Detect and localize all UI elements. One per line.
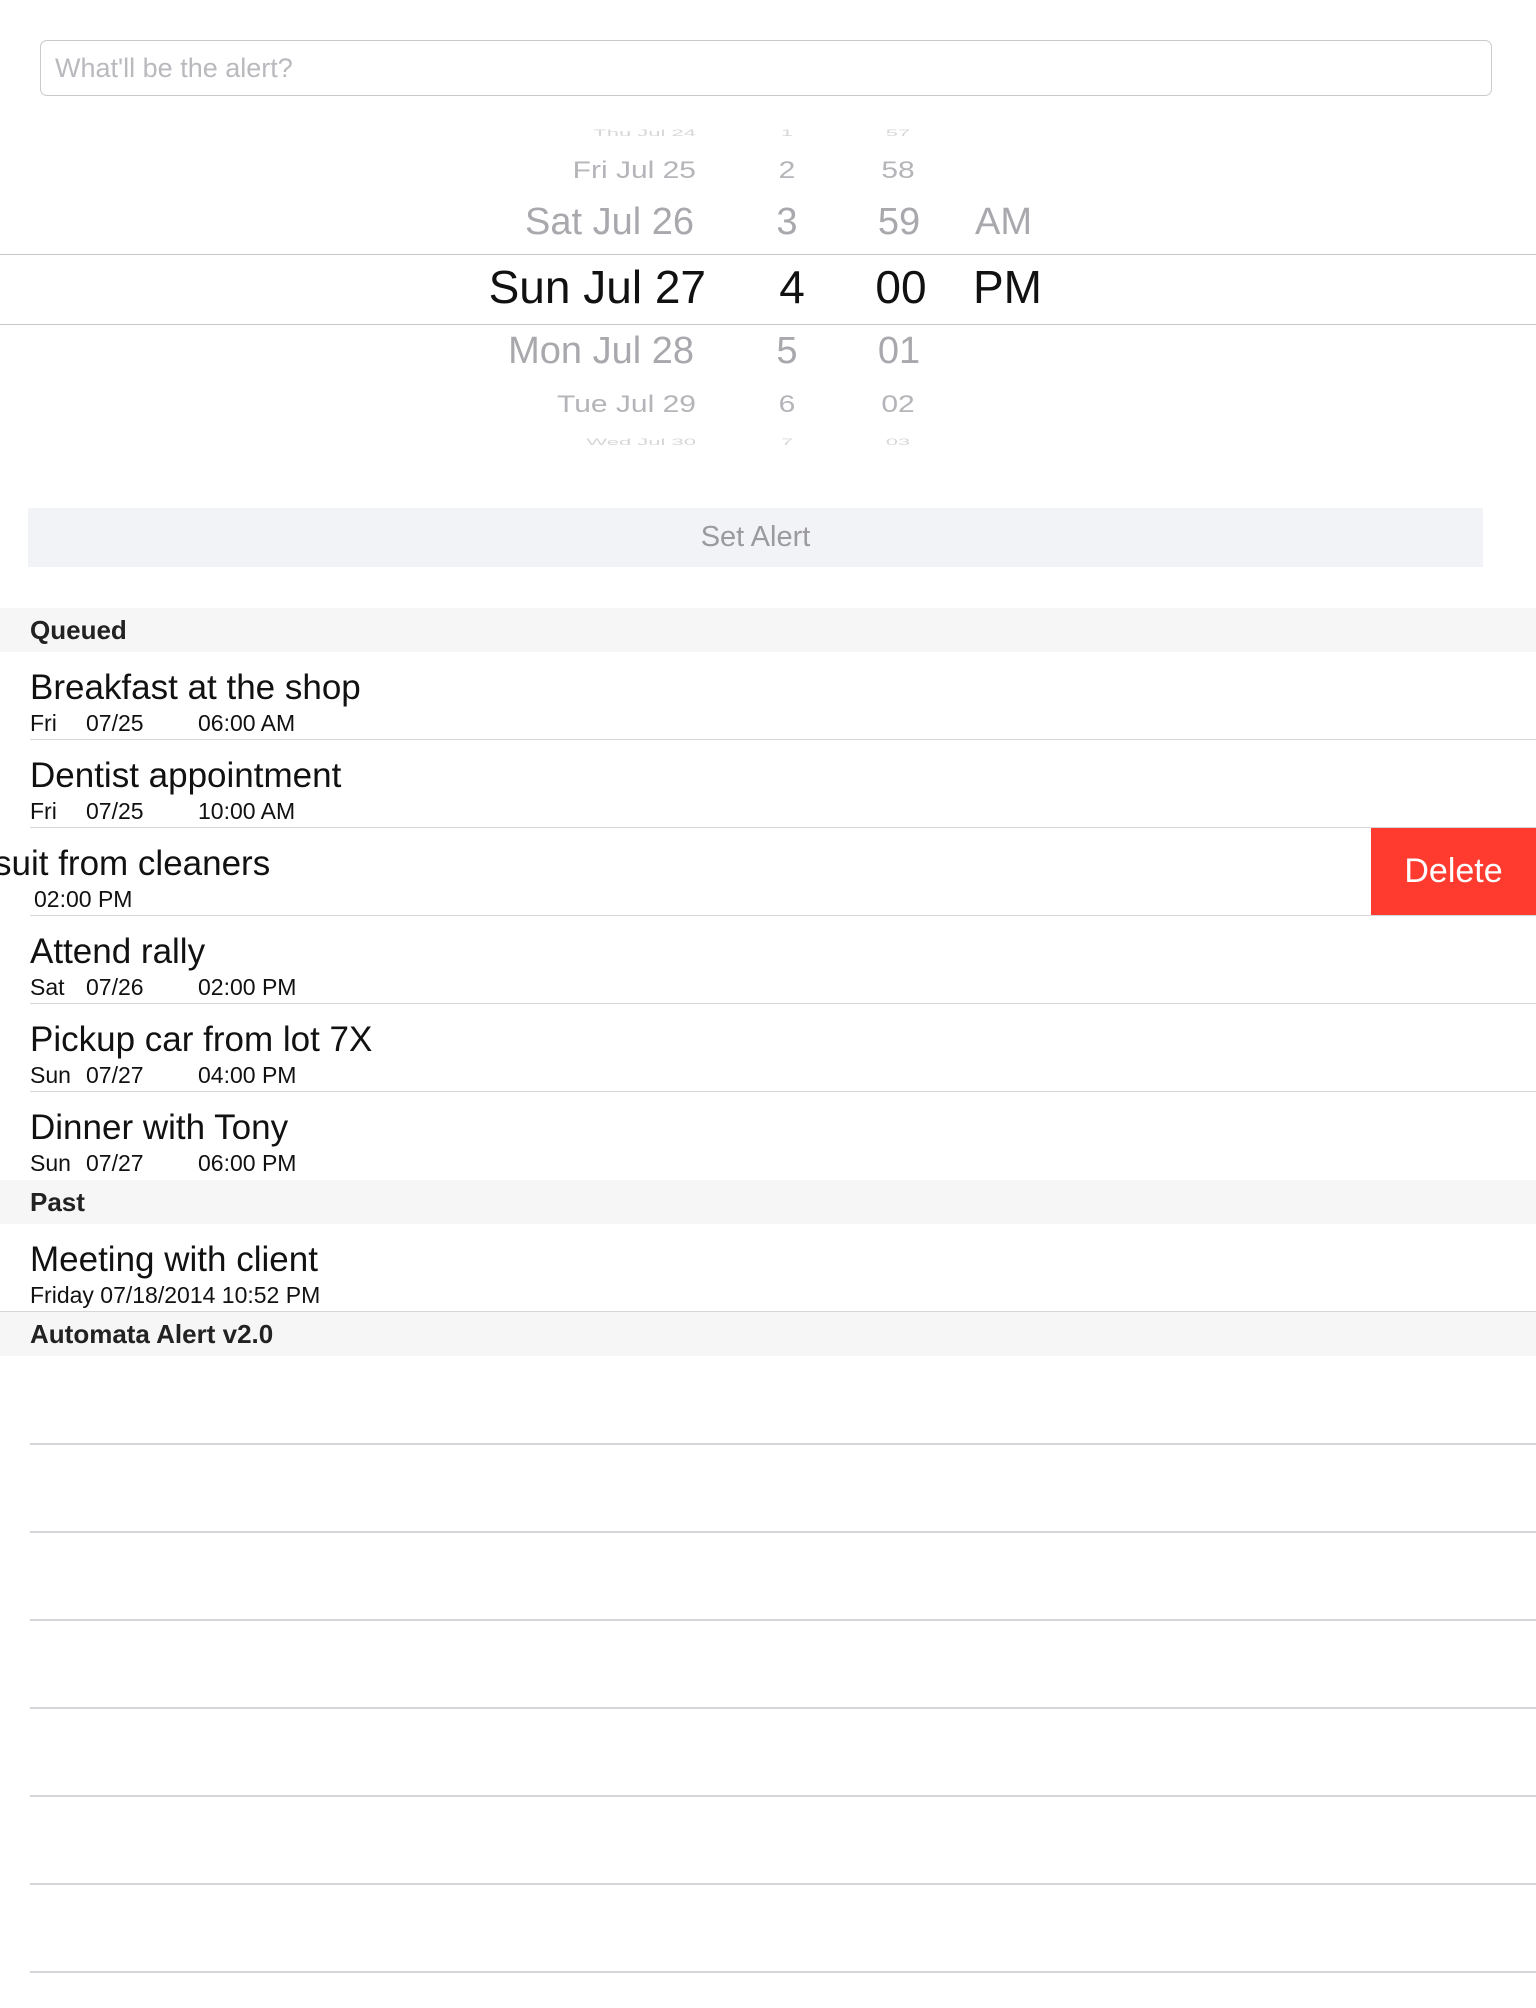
section-title: Past xyxy=(30,1186,85,1217)
set-alert-button[interactable]: Set Alert xyxy=(28,508,1483,567)
alert-row[interactable]: Pickup car from lot 7X Sun 07/27 04:00 P… xyxy=(0,1004,1536,1092)
alert-day: Sat xyxy=(30,974,65,1000)
picker-minute-option[interactable]: 03 xyxy=(868,437,928,447)
alert-date: 07/25 xyxy=(86,710,144,736)
picker-ampm-option[interactable]: AM xyxy=(975,203,1032,241)
alert-title: Breakfast at the shop xyxy=(30,668,361,707)
alert-title: Dentist appointment xyxy=(30,756,342,795)
picker-hour-option[interactable]: 7 xyxy=(767,437,807,447)
alert-day: Fri xyxy=(30,798,57,824)
empty-row-separator xyxy=(30,1707,1536,1709)
alert-title: suit from cleaners xyxy=(0,844,271,883)
section-title: Queued xyxy=(30,614,127,645)
alert-row[interactable]: Breakfast at the shop Fri 07/25 06:00 AM xyxy=(0,652,1536,740)
picker-date-option[interactable]: Fri Jul 25 xyxy=(573,159,696,183)
alert-day: Sun xyxy=(30,1062,71,1088)
picker-selection-top-line xyxy=(0,254,1536,255)
empty-row-separator xyxy=(30,1619,1536,1621)
picker-hour-selected[interactable]: 4 xyxy=(772,264,812,310)
alert-date: 07/26 xyxy=(86,974,144,1000)
alert-datetime: Friday 07/18/2014 10:52 PM xyxy=(30,1282,321,1308)
picker-hour-option[interactable]: 1 xyxy=(767,128,807,138)
alert-day: Sun xyxy=(30,1150,71,1176)
alert-row[interactable]: Attend rally Sat 07/26 02:00 PM xyxy=(0,916,1536,1004)
alert-time: 04:00 PM xyxy=(198,1062,297,1088)
alert-time: 02:00 PM xyxy=(198,974,297,1000)
delete-button[interactable]: Delete xyxy=(1371,828,1536,915)
picker-hour-option[interactable]: 6 xyxy=(767,393,807,417)
picker-minute-option[interactable]: 02 xyxy=(868,393,928,417)
picker-date-selected[interactable]: Sun Jul 27 xyxy=(489,264,706,310)
empty-row-separator xyxy=(30,1443,1536,1445)
picker-minute-option[interactable]: 57 xyxy=(868,128,928,138)
alert-time: 06:00 AM xyxy=(198,710,296,736)
alert-time: 10:00 AM xyxy=(198,798,296,824)
alert-title: Meeting with client xyxy=(30,1240,318,1279)
section-title: Automata Alert v2.0 xyxy=(30,1318,274,1349)
alert-title: Attend rally xyxy=(30,932,206,971)
date-time-picker[interactable]: Thu Jul 24 Fri Jul 25 Sat Jul 26 Sun Jul… xyxy=(0,128,1536,450)
alert-row[interactable]: Dinner with Tony Sun 07/27 06:00 PM xyxy=(0,1092,1536,1180)
picker-hour-option[interactable]: 5 xyxy=(767,332,807,370)
picker-ampm-selected[interactable]: PM xyxy=(973,264,1042,310)
alert-time: 06:00 PM xyxy=(198,1150,297,1176)
alert-time: 02:00 PM xyxy=(34,886,133,912)
picker-date-option[interactable]: Mon Jul 28 xyxy=(508,332,694,370)
alert-date: 07/25 xyxy=(86,798,144,824)
picker-hour-option[interactable]: 2 xyxy=(767,159,807,183)
section-header-app-version: Automata Alert v2.0 xyxy=(0,1312,1536,1356)
picker-minute-option[interactable]: 01 xyxy=(869,332,929,370)
alert-row[interactable]: Dentist appointment Fri 07/25 10:00 AM xyxy=(0,740,1536,828)
section-header-past: Past xyxy=(0,1180,1536,1224)
picker-minute-option[interactable]: 58 xyxy=(868,159,928,183)
alert-title: Dinner with Tony xyxy=(30,1108,289,1147)
picker-date-option[interactable]: Thu Jul 24 xyxy=(593,128,696,138)
alert-date: 07/27 xyxy=(86,1150,144,1176)
picker-date-option[interactable]: Sat Jul 26 xyxy=(525,203,694,241)
alert-date: 07/27 xyxy=(86,1062,144,1088)
picker-hour-option[interactable]: 3 xyxy=(767,203,807,241)
picker-date-option[interactable]: Wed Jul 30 xyxy=(586,437,696,447)
alert-day: Fri xyxy=(30,710,57,736)
picker-minute-option[interactable]: 59 xyxy=(869,203,929,241)
picker-date-option[interactable]: Tue Jul 29 xyxy=(557,393,696,417)
section-header-queued: Queued xyxy=(0,608,1536,652)
empty-row-separator xyxy=(30,1795,1536,1797)
alert-row-swiped[interactable]: suit from cleaners 02:00 PM xyxy=(0,828,1536,916)
alert-title: Pickup car from lot 7X xyxy=(30,1020,373,1059)
empty-row-separator xyxy=(30,1883,1536,1885)
alert-text-input[interactable] xyxy=(40,40,1492,96)
alert-row[interactable]: Meeting with client Friday 07/18/2014 10… xyxy=(0,1224,1536,1312)
empty-row-separator xyxy=(30,1531,1536,1533)
picker-minute-selected[interactable]: 00 xyxy=(866,264,936,310)
empty-row-separator xyxy=(30,1971,1536,1973)
picker-selection-bottom-line xyxy=(0,324,1536,325)
